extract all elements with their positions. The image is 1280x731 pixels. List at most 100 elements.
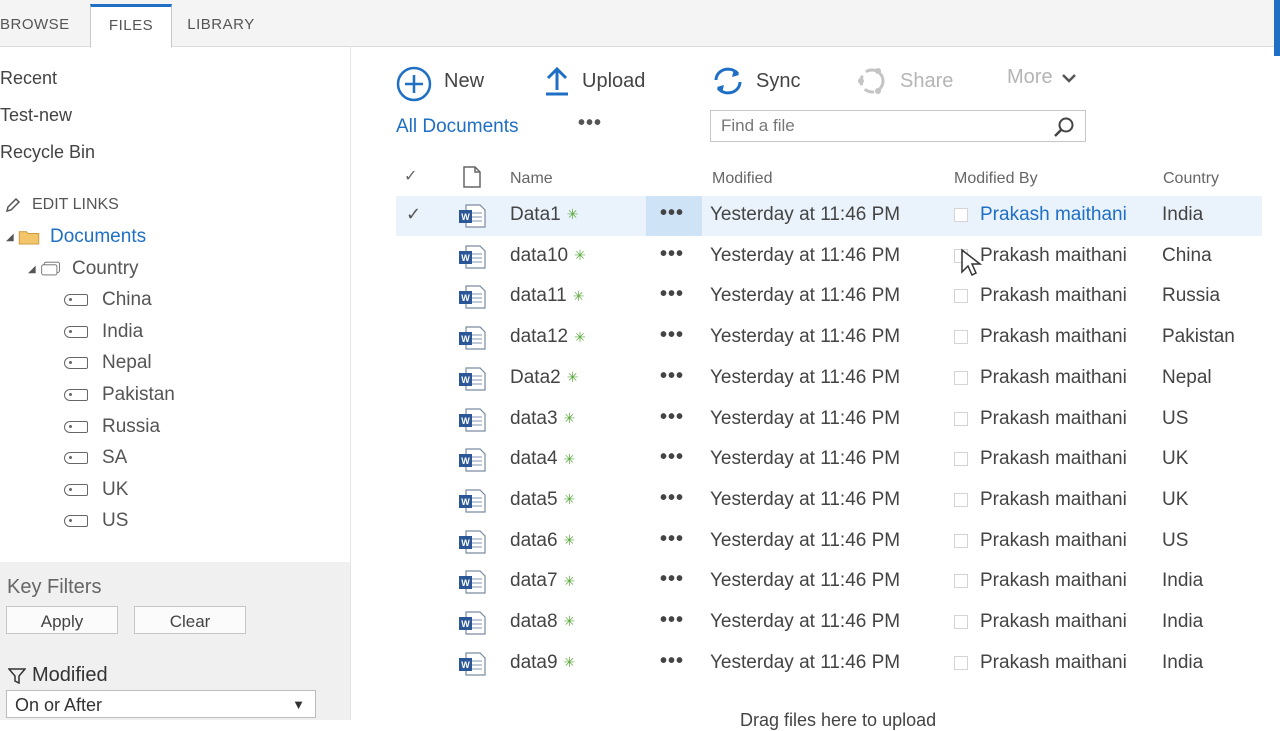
modified-by-checkbox[interactable]: [954, 574, 968, 589]
tree-term-sa[interactable]: SA: [64, 447, 127, 469]
modified-by-user-link[interactable]: Prakash maithani: [980, 408, 1127, 430]
column-header-modified[interactable]: Modified: [712, 170, 772, 188]
modified-by-checkbox[interactable]: [954, 492, 968, 507]
file-name-link[interactable]: data4 ✳: [510, 448, 575, 470]
find-file-search-box[interactable]: [710, 110, 1086, 142]
find-file-input[interactable]: [719, 111, 1043, 141]
table-row-data6[interactable]: W data6 ✳ ••• Yesterday at 11:46 PM Praka…: [396, 522, 1262, 562]
tab-browse[interactable]: BROWSE: [0, 6, 80, 44]
tab-library[interactable]: LIBRARY: [176, 6, 266, 44]
filter-funnel-icon: [8, 667, 26, 684]
search-icon[interactable]: [1053, 116, 1075, 138]
row-ellipsis-menu[interactable]: •••: [660, 243, 684, 266]
modified-by-checkbox[interactable]: [954, 370, 968, 385]
modified-by-checkbox[interactable]: [954, 533, 968, 548]
tree-term-pakistan[interactable]: Pakistan: [64, 384, 175, 406]
modified-by-user-link[interactable]: Prakash maithani: [980, 326, 1127, 348]
modified-by-checkbox[interactable]: [954, 208, 968, 222]
file-name-link[interactable]: Data2 ✳: [510, 367, 578, 389]
modified-by-user-link[interactable]: Prakash maithani: [980, 245, 1127, 267]
nav-link-recent[interactable]: Recent: [0, 68, 57, 89]
modified-by-user-link[interactable]: Prakash maithani: [980, 285, 1127, 307]
row-ellipsis-menu[interactable]: •••: [660, 406, 684, 429]
modified-by-user-link[interactable]: Prakash maithani: [980, 570, 1127, 592]
row-ellipsis-menu[interactable]: •••: [660, 324, 684, 347]
modified-by-user-link[interactable]: Prakash maithani: [980, 489, 1127, 511]
row-selected-check-icon[interactable]: ✓: [406, 204, 421, 225]
view-all-documents[interactable]: All Documents: [396, 116, 519, 138]
row-ellipsis-menu[interactable]: •••: [660, 568, 684, 591]
file-name-link[interactable]: data7 ✳: [510, 570, 575, 592]
modified-by-checkbox[interactable]: [954, 655, 968, 670]
row-ellipsis-menu[interactable]: •••: [660, 283, 684, 306]
row-ellipsis-menu[interactable]: •••: [660, 202, 684, 225]
svg-text:W: W: [461, 416, 470, 426]
clear-button[interactable]: Clear: [134, 606, 246, 634]
row-ellipsis-menu[interactable]: •••: [660, 487, 684, 510]
tab-files[interactable]: FILES: [90, 4, 172, 48]
file-name-link[interactable]: data8 ✳: [510, 611, 575, 633]
modified-by-checkbox[interactable]: [954, 289, 968, 304]
collapse-triangle-icon[interactable]: ◢: [28, 264, 40, 275]
file-name-link[interactable]: data12 ✳: [510, 326, 586, 348]
column-header-modified-by[interactable]: Modified By: [954, 170, 1038, 188]
select-all-check-icon[interactable]: ✓: [404, 166, 417, 186]
new-button[interactable]: New: [396, 66, 484, 102]
file-name-link[interactable]: data6 ✳: [510, 530, 575, 552]
file-name-link[interactable]: Data1 ✳: [510, 204, 578, 226]
nav-link-recycle-bin[interactable]: Recycle Bin: [0, 142, 95, 163]
row-ellipsis-menu[interactable]: •••: [660, 365, 684, 388]
tree-item-country[interactable]: ◢ Country: [28, 258, 139, 280]
tree-item-documents[interactable]: ◢ Documents: [6, 226, 146, 248]
modified-by-user-link[interactable]: Prakash maithani: [980, 611, 1127, 633]
table-row-data8[interactable]: W data8 ✳ ••• Yesterday at 11:46 PM Praka…: [396, 603, 1262, 643]
table-row-data3[interactable]: W data3 ✳ ••• Yesterday at 11:46 PM Praka…: [396, 400, 1262, 440]
modified-by-checkbox[interactable]: [954, 615, 968, 629]
file-name-link[interactable]: data11 ✳: [510, 285, 584, 307]
modified-by-user-link[interactable]: Prakash maithani: [980, 448, 1127, 470]
table-row-data5[interactable]: W data5 ✳ ••• Yesterday at 11:46 PM Praka…: [396, 481, 1262, 521]
file-name-link[interactable]: data10 ✳: [510, 245, 586, 267]
modified-by-checkbox[interactable]: [954, 330, 968, 345]
sync-button[interactable]: Sync: [712, 66, 800, 96]
table-row-data2[interactable]: W Data2 ✳ ••• Yesterday at 11:46 PM Praka…: [396, 359, 1262, 399]
apply-button[interactable]: Apply: [6, 606, 118, 634]
upload-button[interactable]: Upload: [544, 66, 645, 96]
file-name-link[interactable]: data5 ✳: [510, 489, 575, 511]
edit-links-button[interactable]: EDIT LINKS: [4, 196, 119, 214]
tree-term-us[interactable]: US: [64, 510, 128, 532]
column-header-name[interactable]: Name: [510, 170, 553, 188]
modified-by-user-link[interactable]: Prakash maithani: [980, 652, 1127, 674]
more-button[interactable]: More: [1007, 66, 1077, 89]
modified-by-checkbox[interactable]: [954, 411, 968, 426]
file-name-link[interactable]: data3 ✳: [510, 408, 575, 430]
modified-by-checkbox[interactable]: [954, 452, 968, 467]
file-name-link[interactable]: data9 ✳: [510, 652, 575, 674]
tree-term-india[interactable]: India: [64, 321, 143, 343]
share-button[interactable]: Share: [856, 66, 953, 96]
table-row-data11[interactable]: W data11 ✳ ••• Yesterday at 11:46 PM Prak…: [396, 277, 1262, 317]
view-options-ellipsis[interactable]: •••: [578, 112, 602, 135]
tree-term-china[interactable]: China: [64, 289, 152, 311]
table-row-data10[interactable]: W data10 ✳ ••• Yesterday at 11:46 PM Prak…: [396, 237, 1262, 277]
tree-term-nepal[interactable]: Nepal: [64, 352, 152, 374]
table-row-data12[interactable]: W data12 ✳ ••• Yesterday at 11:46 PM Prak…: [396, 318, 1262, 358]
nav-link-test-new[interactable]: Test-new: [0, 105, 72, 126]
row-ellipsis-menu[interactable]: •••: [660, 650, 684, 673]
modified-by-user-link[interactable]: Prakash maithani: [980, 530, 1127, 552]
tree-term-uk[interactable]: UK: [64, 479, 128, 501]
row-ellipsis-menu[interactable]: •••: [660, 609, 684, 632]
modified-by-user-link[interactable]: Prakash maithani: [980, 204, 1127, 226]
table-row-data7[interactable]: W data7 ✳ ••• Yesterday at 11:46 PM Praka…: [396, 562, 1262, 602]
tree-term-russia[interactable]: Russia: [64, 416, 160, 438]
column-header-country[interactable]: Country: [1163, 170, 1219, 188]
table-row-data4[interactable]: W data4 ✳ ••• Yesterday at 11:46 PM Praka…: [396, 440, 1262, 480]
table-row-data1[interactable]: ✓ W Data1 ✳ ••• Yesterday at 11:46 PM Pra…: [396, 196, 1262, 236]
edit-links-label: EDIT LINKS: [32, 196, 119, 213]
row-ellipsis-menu[interactable]: •••: [660, 446, 684, 469]
table-row-data9[interactable]: W data9 ✳ ••• Yesterday at 11:46 PM Praka…: [396, 644, 1262, 684]
modified-by-user-link[interactable]: Prakash maithani: [980, 367, 1127, 389]
collapse-triangle-icon[interactable]: ◢: [6, 232, 18, 243]
row-ellipsis-menu[interactable]: •••: [660, 528, 684, 551]
modified-operator-select[interactable]: On or After ▼: [6, 690, 316, 718]
